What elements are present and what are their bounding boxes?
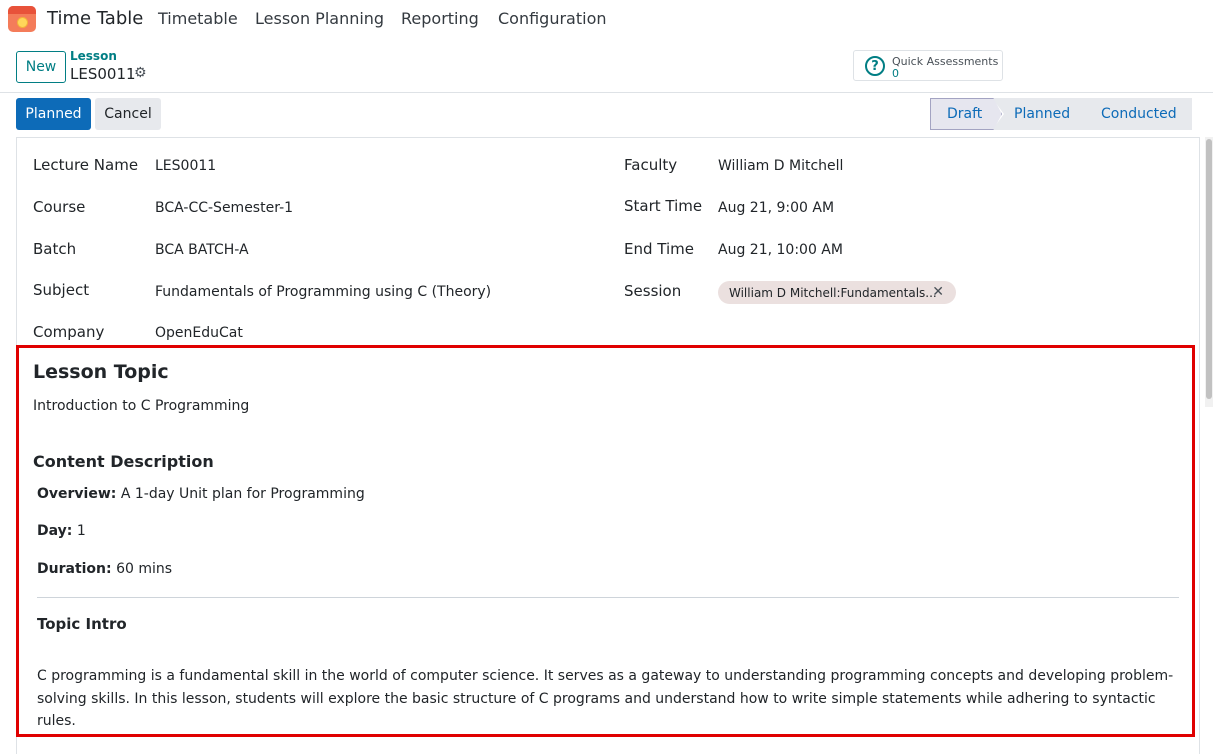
session-tag-label: William D Mitchell:Fundamentals... bbox=[729, 285, 937, 300]
label-session: Session bbox=[624, 282, 682, 300]
label-start-time: Start Time bbox=[624, 197, 703, 215]
timetable-app-icon[interactable] bbox=[8, 6, 36, 32]
scrollbar-thumb[interactable] bbox=[1206, 139, 1212, 399]
overview-line: Overview: A 1-day Unit plan for Programm… bbox=[37, 486, 365, 502]
scrollbar[interactable] bbox=[1205, 137, 1213, 407]
lesson-topic-value[interactable]: Introduction to C Programming bbox=[33, 398, 249, 414]
breadcrumb-current: LES0011 bbox=[70, 65, 136, 83]
label-course: Course bbox=[33, 198, 86, 216]
topic-intro-heading: Topic Intro bbox=[37, 615, 127, 633]
menu-timetable[interactable]: Timetable bbox=[158, 9, 238, 28]
field-start-time[interactable]: Aug 21, 9:00 AM bbox=[718, 200, 834, 216]
label-company: Company bbox=[33, 323, 105, 341]
cancel-button[interactable]: Cancel bbox=[95, 98, 161, 130]
duration-label: Duration: bbox=[37, 561, 112, 577]
day-value: 1 bbox=[76, 523, 86, 539]
planned-button[interactable]: Planned bbox=[16, 98, 91, 130]
quick-assessments-label: Quick Assessments bbox=[892, 55, 999, 68]
breadcrumb-parent[interactable]: Lesson bbox=[70, 49, 117, 63]
gear-icon[interactable]: ⚙ bbox=[134, 65, 147, 81]
label-batch: Batch bbox=[33, 240, 77, 258]
field-end-time[interactable]: Aug 21, 10:00 AM bbox=[718, 242, 843, 258]
overview-label: Overview: bbox=[37, 486, 117, 502]
field-company[interactable]: OpenEduCat bbox=[155, 325, 243, 341]
field-course[interactable]: BCA-CC-Semester-1 bbox=[155, 200, 293, 216]
menu-configuration[interactable]: Configuration bbox=[498, 9, 607, 28]
lesson-topic-heading: Lesson Topic bbox=[33, 361, 169, 383]
new-button[interactable]: New bbox=[16, 51, 66, 83]
content-description-heading: Content Description bbox=[33, 452, 214, 471]
field-subject[interactable]: Fundamentals of Programming using C (The… bbox=[155, 284, 491, 300]
stage-draft[interactable]: Draft bbox=[930, 98, 1002, 130]
overview-value: A 1-day Unit plan for Programming bbox=[120, 486, 365, 502]
day-line: Day: 1 bbox=[37, 523, 86, 539]
label-lecture-name: Lecture Name bbox=[33, 156, 139, 174]
duration-line: Duration: 60 mins bbox=[37, 561, 172, 577]
label-subject: Subject bbox=[33, 281, 90, 299]
field-faculty[interactable]: William D Mitchell bbox=[718, 158, 843, 174]
quick-assessments-button[interactable]: ? Quick Assessments 0 bbox=[853, 50, 1003, 81]
control-panel: New Lesson LES0011 ⚙ ? Quick Assessments… bbox=[0, 37, 1213, 93]
menu-lesson-planning[interactable]: Lesson Planning bbox=[255, 9, 384, 28]
divider bbox=[37, 597, 1179, 598]
label-faculty: Faculty bbox=[624, 156, 678, 174]
quick-assessments-count: 0 bbox=[892, 67, 899, 80]
app-brand[interactable]: Time Table bbox=[47, 8, 143, 29]
topic-intro-text: C programming is a fundamental skill in … bbox=[37, 668, 1174, 729]
session-tag[interactable]: William D Mitchell:Fundamentals... ✕ bbox=[718, 281, 956, 304]
day-label: Day: bbox=[37, 523, 73, 539]
close-icon[interactable]: ✕ bbox=[932, 284, 944, 300]
label-end-time: End Time bbox=[624, 240, 694, 258]
stage-conducted[interactable]: Conducted bbox=[1079, 98, 1192, 130]
field-lecture-name[interactable]: LES0011 bbox=[155, 158, 216, 174]
menu-reporting[interactable]: Reporting bbox=[401, 9, 479, 28]
stage-planned[interactable]: Planned bbox=[992, 98, 1092, 130]
top-navbar: Time Table Timetable Lesson Planning Rep… bbox=[0, 0, 1213, 37]
question-circle-icon: ? bbox=[865, 56, 885, 76]
field-batch[interactable]: BCA BATCH-A bbox=[155, 242, 249, 258]
duration-value: 60 mins bbox=[116, 561, 173, 577]
